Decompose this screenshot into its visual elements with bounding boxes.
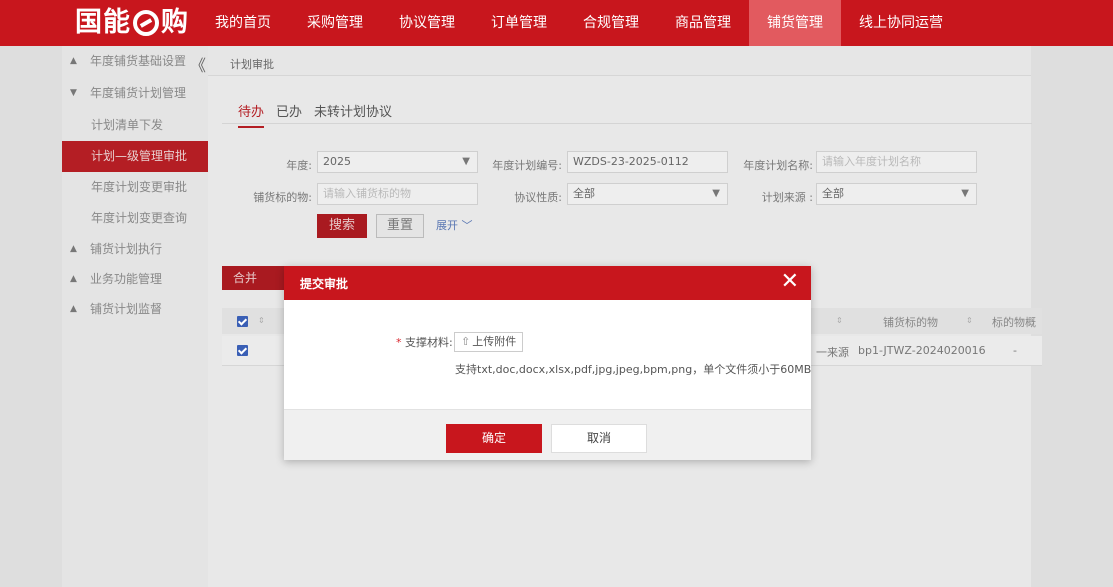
sidebar-item-1-0[interactable]: 计划清单下发 xyxy=(62,110,208,141)
nav-item-5[interactable]: 商品管理 xyxy=(657,0,749,46)
sidebar: ▲ 年度铺货基础设置 ▼ 年度铺货计划管理计划清单下发 计划—级管理审批 年度计划变更审批… xyxy=(62,46,208,587)
sidebar-group-4[interactable]: ▲ 铺货计划监督 xyxy=(62,294,208,324)
sidebar-group-1[interactable]: ▼ 年度铺货计划管理 xyxy=(62,76,208,110)
source-select-value: 全部 xyxy=(822,187,844,200)
nav-item-6[interactable]: 铺货管理 xyxy=(749,0,841,46)
logo-loop-icon xyxy=(133,10,159,36)
search-button[interactable]: 搜索 xyxy=(317,214,367,238)
sidebar-group-label: 年度铺货计划管理 xyxy=(90,86,187,100)
sort-icon[interactable]: ⇕ xyxy=(966,316,973,325)
source-label: 计划来源 : xyxy=(761,191,813,204)
sidebar-group-2[interactable]: ▲ 铺货计划执行 xyxy=(62,234,208,264)
logo-text-end: 购 xyxy=(161,7,189,38)
chevron-down-icon: ▼ xyxy=(712,188,720,199)
chevron-down-icon: ﹀ xyxy=(461,219,473,232)
logo-text: 国能 xyxy=(75,7,131,38)
sidebar-group-label: 年度铺货基础设置 xyxy=(90,54,187,68)
column-header-target[interactable]: 铺货标的物 xyxy=(883,314,938,330)
dialog-header: 提交审批 ✕ xyxy=(284,266,811,300)
sidebar-item-1-2[interactable]: 年度计划变更审批 xyxy=(62,172,208,203)
breadcrumb[interactable]: 计划审批 xyxy=(230,56,274,72)
breadcrumb-bar xyxy=(208,46,1031,76)
top-nav-bar: 国能 购 我的首页 采购管理 协议管理 订单管理 合规管理 商品管理 铺货管理 线上协同运营 xyxy=(0,0,1113,46)
upload-label: 上传附件 xyxy=(472,335,517,348)
plan-no-input[interactable]: WZDS-23-2025-0112 xyxy=(567,151,728,173)
triangle-up-icon: ▲ xyxy=(70,274,77,284)
triangle-down-icon: ▼ xyxy=(70,88,77,98)
nature-select-value: 全部 xyxy=(573,187,595,200)
sidebar-group-label: 铺货计划监督 xyxy=(90,302,163,316)
year-select[interactable]: 2025 ▼ xyxy=(317,151,478,173)
nav-item-1[interactable]: 采购管理 xyxy=(289,0,381,46)
triangle-up-icon: ▲ xyxy=(70,56,77,66)
dialog-title: 提交审批 xyxy=(300,277,349,291)
chevron-down-icon: ▼ xyxy=(462,156,470,167)
merge-button[interactable]: 合并 xyxy=(222,266,268,290)
tab-divider xyxy=(222,123,1032,124)
sidebar-group-label: 业务功能管理 xyxy=(90,272,163,286)
source-select[interactable]: 全部 ▼ xyxy=(816,183,977,205)
sidebar-item-1-1[interactable]: 计划—级管理审批 xyxy=(62,141,208,172)
plan-name-input[interactable]: 请输入年度计划名称 xyxy=(816,151,977,173)
required-mark: * xyxy=(396,336,402,349)
sidebar-group-0[interactable]: ▲ 年度铺货基础设置 xyxy=(62,46,208,76)
year-label: 年度: xyxy=(286,159,312,172)
nav-item-4[interactable]: 合规管理 xyxy=(565,0,657,46)
confirm-button[interactable]: 确定 xyxy=(446,424,542,453)
right-margin xyxy=(1031,46,1113,587)
reset-button[interactable]: 重置 xyxy=(376,214,424,238)
close-icon[interactable]: ✕ xyxy=(781,269,799,295)
nature-select[interactable]: 全部 ▼ xyxy=(567,183,728,205)
row-source: 一来源 xyxy=(816,346,849,359)
upload-attachment-button[interactable]: ⇧ 上传附件 xyxy=(454,332,524,352)
triangle-up-icon: ▲ xyxy=(70,304,77,314)
expand-label: 展开 xyxy=(436,219,458,232)
select-all-checkbox[interactable] xyxy=(237,316,248,327)
brand-logo[interactable]: 国能 购 xyxy=(75,6,189,40)
nav-item-2[interactable]: 协议管理 xyxy=(381,0,473,46)
sidebar-group-3[interactable]: ▲ 业务功能管理 xyxy=(62,264,208,294)
upload-icon: ⇧ xyxy=(461,335,471,348)
submit-approval-dialog: 提交审批 ✕ * 支撑材料: ⇧ 上传附件 支持txt,doc,docx,xlsx… xyxy=(284,266,811,460)
row-checkbox[interactable] xyxy=(237,345,248,356)
year-select-value: 2025 xyxy=(323,155,351,168)
plan-no-label: 年度计划编号: xyxy=(492,159,562,172)
column-header-summary[interactable]: 标的物概 xyxy=(992,314,1036,330)
left-margin xyxy=(0,46,62,587)
dialog-footer: 确定 取消 xyxy=(284,409,811,460)
toolbar-button[interactable] xyxy=(268,266,284,290)
collapse-sidebar-icon[interactable]: 《 xyxy=(190,52,206,76)
nature-label: 协议性质: xyxy=(514,191,562,204)
nav-item-0[interactable]: 我的首页 xyxy=(197,0,289,46)
sidebar-group-label: 铺货计划执行 xyxy=(90,242,163,256)
nav-item-3[interactable]: 订单管理 xyxy=(473,0,565,46)
triangle-up-icon: ▲ xyxy=(70,244,77,254)
target-input[interactable]: 请输入铺货标的物 xyxy=(317,183,478,205)
sidebar-item-1-3[interactable]: 年度计划变更查询 xyxy=(62,203,208,234)
sort-icon[interactable]: ⇕ xyxy=(258,316,265,325)
cancel-button[interactable]: 取消 xyxy=(551,424,647,453)
chevron-down-icon: ▼ xyxy=(961,188,969,199)
nav-item-7[interactable]: 线上协同运营 xyxy=(841,0,961,46)
row-summary: - xyxy=(1013,344,1017,357)
sort-icon[interactable]: ⇕ xyxy=(836,316,843,325)
plan-name-label: 年度计划名称: xyxy=(743,159,813,172)
row-target: bp1-JTWZ-2024020016 xyxy=(858,344,986,357)
material-label: 支撑材料: xyxy=(405,336,453,349)
upload-hint: 支持txt,doc,docx,xlsx,pdf,jpg,jpeg,bpm,png… xyxy=(455,363,812,376)
expand-filters-link[interactable]: 展开 ﹀ xyxy=(436,217,473,233)
target-label: 铺货标的物: xyxy=(253,191,312,204)
main-nav: 我的首页 采购管理 协议管理 订单管理 合规管理 商品管理 铺货管理 线上协同运营 xyxy=(197,0,961,46)
